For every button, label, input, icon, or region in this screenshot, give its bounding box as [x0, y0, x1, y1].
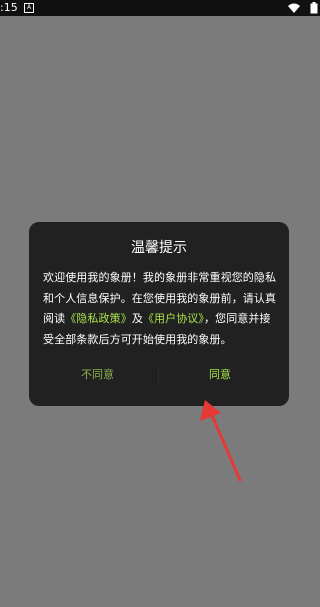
- red-arrow-annotation: [200, 400, 242, 482]
